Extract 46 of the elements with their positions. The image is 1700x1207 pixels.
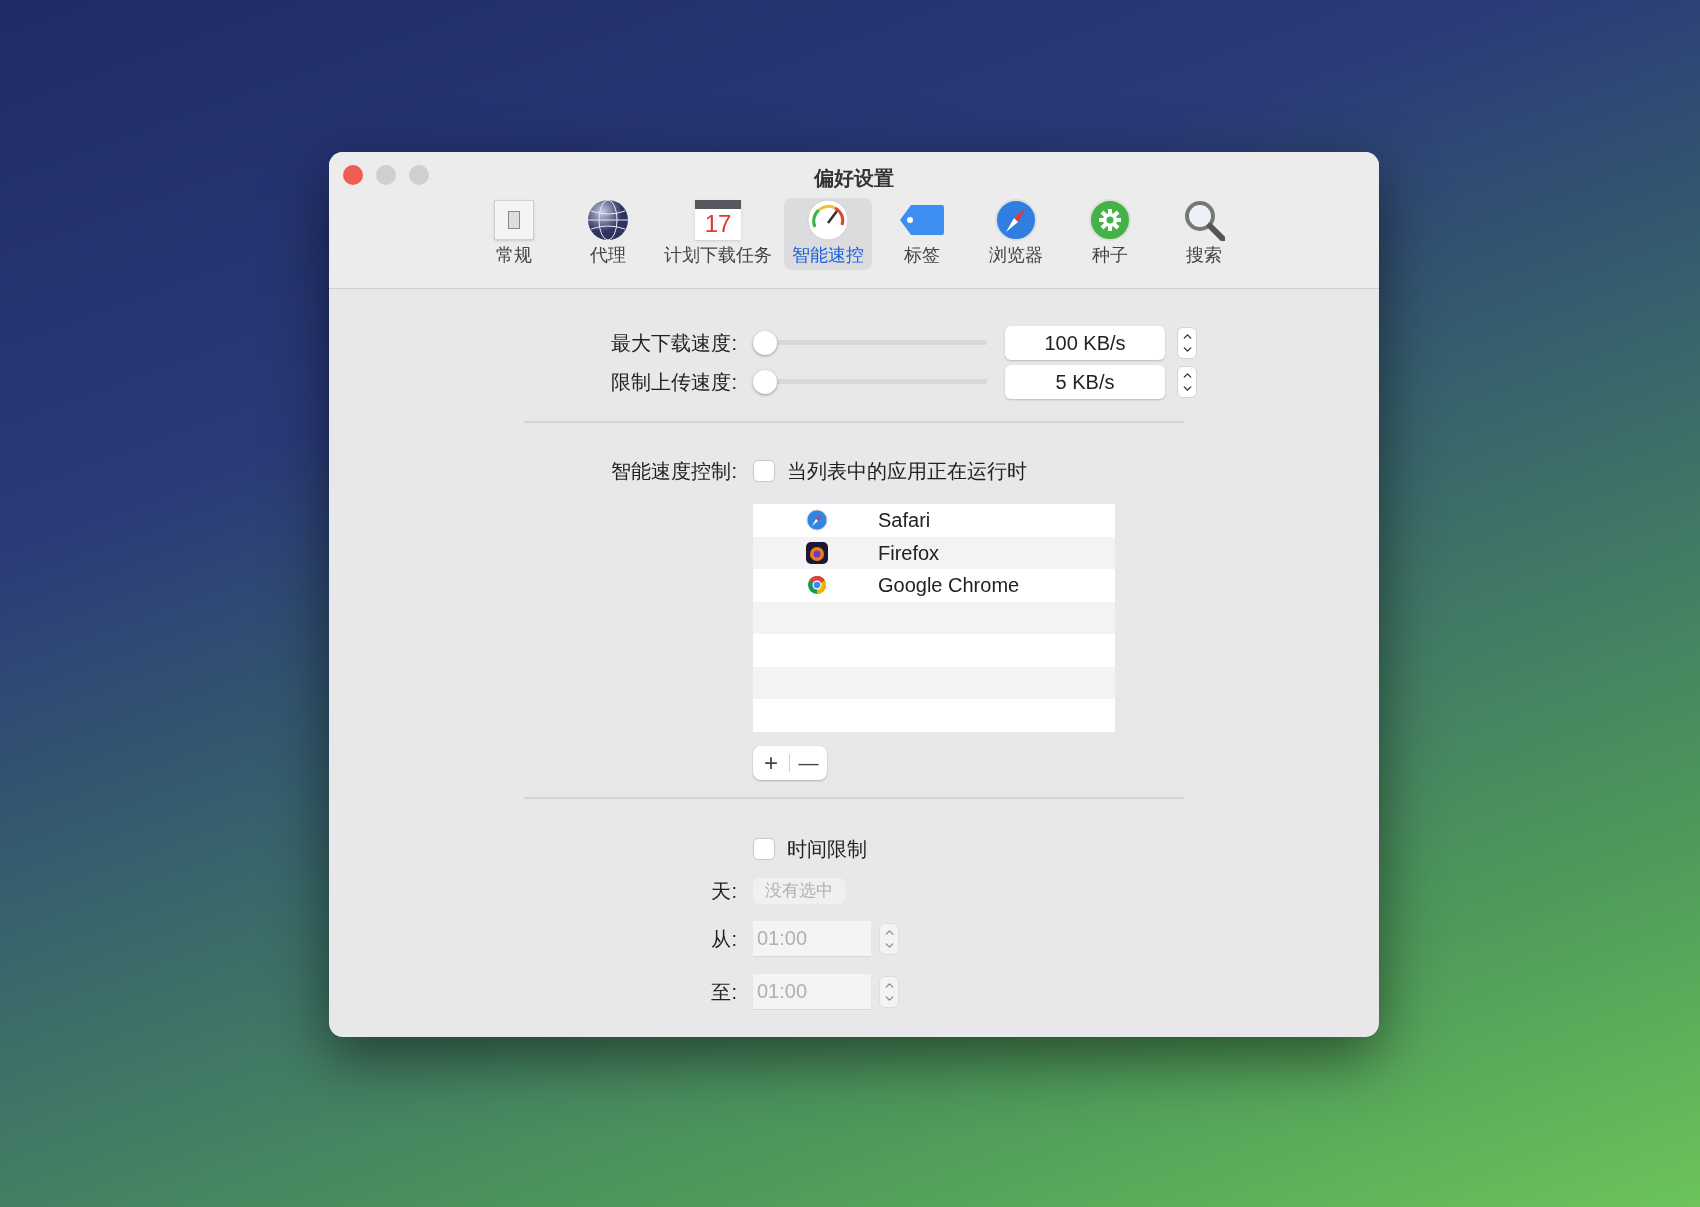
compass-icon bbox=[806, 509, 828, 532]
gauge-icon bbox=[807, 199, 849, 241]
list-row[interactable]: Firefox bbox=[753, 536, 1115, 569]
tag-icon bbox=[899, 204, 945, 236]
field-label: 限制上传速度: bbox=[610, 369, 738, 395]
toolbar-tab[interactable]: 17 计划下载任务 bbox=[658, 198, 778, 270]
chrome-icon bbox=[806, 574, 828, 597]
checkbox-label: 时间限制 bbox=[787, 836, 867, 862]
compass-icon bbox=[995, 199, 1037, 241]
stepper-button[interactable] bbox=[1177, 326, 1197, 359]
app-name[interactable]: Firefox bbox=[878, 537, 940, 568]
speed-field[interactable]: 100 KB/s bbox=[1005, 325, 1165, 360]
slider[interactable] bbox=[753, 369, 987, 394]
app-name[interactable]: Google Chrome bbox=[878, 570, 1020, 601]
checkbox[interactable] bbox=[753, 460, 775, 482]
remove-button[interactable]: — bbox=[790, 745, 827, 780]
app-name[interactable]: Safari bbox=[878, 505, 931, 536]
close-button[interactable] bbox=[343, 165, 363, 185]
search-icon bbox=[1183, 199, 1225, 241]
toolbar-tab[interactable]: 代理 bbox=[564, 198, 652, 270]
checkbox-label: 当列表中的应用正在运行时 bbox=[787, 459, 1027, 484]
toolbar-tab[interactable]: 浏览器 bbox=[972, 198, 1060, 270]
add-button[interactable]: + bbox=[753, 745, 789, 780]
calendar-icon: 17 bbox=[695, 200, 741, 240]
slider-thumb[interactable] bbox=[753, 330, 777, 355]
field-label: 智能速度控制: bbox=[610, 459, 738, 484]
speed-field[interactable]: 5 KB/s bbox=[1005, 364, 1165, 399]
field-label: 天: bbox=[710, 878, 738, 904]
stepper-button[interactable] bbox=[1177, 365, 1197, 398]
field-label: 最大下载速度: bbox=[610, 330, 738, 356]
zoom-button[interactable] bbox=[409, 165, 429, 185]
toolbar-tab[interactable]: 常规 bbox=[470, 198, 558, 270]
gear-icon bbox=[1089, 199, 1131, 241]
toolbar-tab[interactable]: 智能速控 bbox=[784, 198, 872, 270]
fox-icon bbox=[806, 541, 828, 564]
slider-thumb[interactable] bbox=[753, 369, 777, 394]
slider[interactable] bbox=[753, 330, 987, 355]
switch-icon bbox=[494, 200, 534, 240]
globe-icon bbox=[587, 199, 629, 241]
field-label: 从: bbox=[710, 926, 738, 952]
field-label: 至: bbox=[710, 979, 738, 1005]
toolbar-tab[interactable]: 种子 bbox=[1066, 198, 1154, 270]
toolbar-tab[interactable]: 标签 bbox=[878, 198, 966, 270]
window-title: 偏好设置 bbox=[814, 166, 894, 191]
minimize-button[interactable] bbox=[376, 165, 396, 185]
toolbar-tab[interactable]: 搜索 bbox=[1160, 198, 1248, 270]
